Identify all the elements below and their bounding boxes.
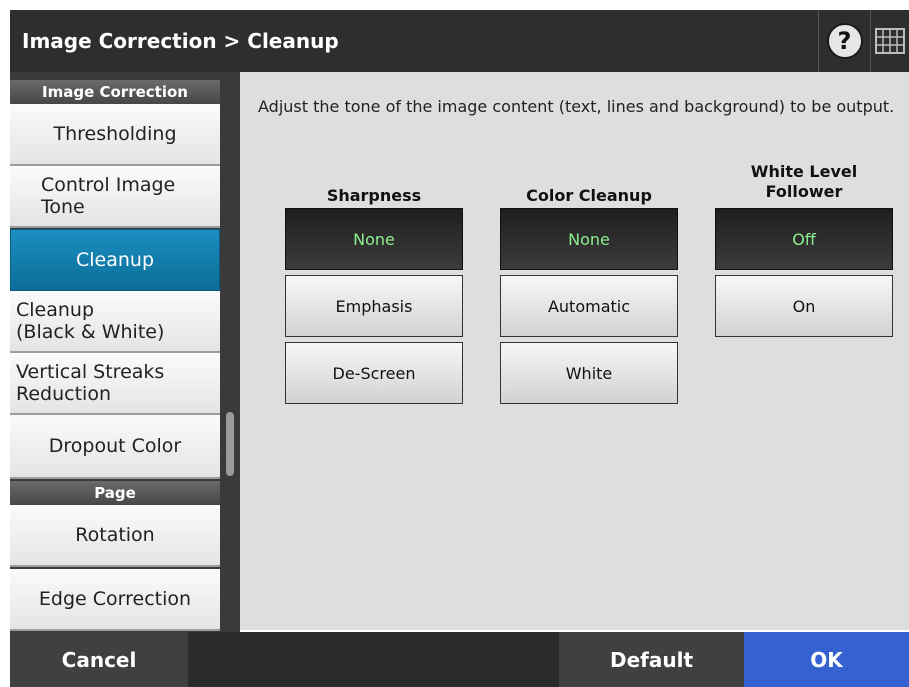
white-level-follower-header: White Level Follower: [750, 162, 858, 201]
description-text: Adjust the tone of the image content (te…: [258, 97, 895, 116]
color-cleanup-option-white[interactable]: White: [500, 342, 678, 404]
title-bar: Image Correction > Cleanup ?: [10, 10, 909, 72]
scrollbar-thumb[interactable]: [226, 412, 234, 476]
help-button[interactable]: ?: [818, 10, 870, 72]
sidebar: Image Correction Thresholding Control Im…: [10, 72, 220, 632]
sidebar-group-page: Page: [10, 481, 220, 505]
sharpness-option-emphasis[interactable]: Emphasis: [285, 275, 463, 337]
color-cleanup-option-automatic[interactable]: Automatic: [500, 275, 678, 337]
sharpness-option-descreen[interactable]: De-Screen: [285, 342, 463, 404]
sidebar-group-image-correction: Image Correction: [10, 80, 220, 104]
sharpness-header: Sharpness: [326, 186, 422, 205]
cancel-button[interactable]: Cancel: [10, 632, 188, 687]
settings-panel: Adjust the tone of the image content (te…: [240, 72, 909, 630]
keyboard-icon: [875, 28, 905, 54]
sidebar-item-edge-correction[interactable]: Edge Correction: [10, 569, 220, 631]
white-level-follower-option-on[interactable]: On: [715, 275, 893, 337]
sidebar-item-control-image-tone[interactable]: Control Image Tone: [10, 166, 220, 228]
sharpness-option-none[interactable]: None: [285, 208, 463, 270]
keyboard-button[interactable]: [870, 10, 909, 72]
default-button[interactable]: Default: [559, 632, 744, 687]
ok-button[interactable]: OK: [744, 632, 909, 687]
sidebar-item-cleanup[interactable]: Cleanup: [10, 229, 220, 291]
scrollbar-track[interactable]: [220, 72, 240, 632]
sidebar-item-dropout-color[interactable]: Dropout Color: [10, 415, 220, 479]
color-cleanup-header: Color Cleanup: [526, 186, 652, 205]
page-title: Image Correction > Cleanup: [22, 29, 339, 53]
help-icon: ?: [826, 23, 863, 59]
color-cleanup-option-none[interactable]: None: [500, 208, 678, 270]
white-level-follower-option-off[interactable]: Off: [715, 208, 893, 270]
sidebar-item-cleanup-bw[interactable]: Cleanup (Black & White): [10, 291, 220, 353]
sidebar-item-rotation[interactable]: Rotation: [10, 505, 220, 567]
footer-bar: Cancel Default OK: [10, 632, 909, 687]
sidebar-item-thresholding[interactable]: Thresholding: [10, 104, 220, 166]
sidebar-item-vertical-streaks-reduction[interactable]: Vertical Streaks Reduction: [10, 353, 220, 415]
